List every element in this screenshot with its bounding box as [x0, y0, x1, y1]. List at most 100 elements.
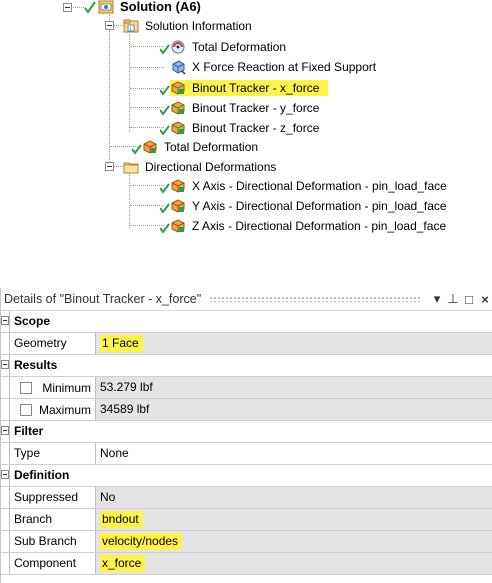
tree-node-binout-y-force[interactable]: Binout Tracker - y_force: [160, 98, 322, 117]
tree-connector: [130, 88, 164, 89]
property-value[interactable]: None: [96, 443, 492, 464]
category-row-filter[interactable]: Filter: [1, 421, 492, 443]
highlighted-value: bndout: [100, 511, 143, 528]
property-name: Maximum: [10, 399, 96, 420]
solution-icon: [98, 0, 114, 15]
property-row-component[interactable]: Component x_force: [1, 553, 492, 575]
deformation-result-icon: [142, 139, 158, 155]
tree-node-force-reaction[interactable]: X Force Reaction at Fixed Support: [160, 57, 379, 76]
dropdown-icon[interactable]: ▾: [429, 291, 445, 307]
property-row-minimum[interactable]: Minimum 53.279 lbf: [1, 377, 492, 399]
row-gutter: [1, 377, 10, 398]
collapse-toggle[interactable]: [1, 355, 10, 376]
solution-tree: Solution (A6) i Solution Information Tot…: [0, 0, 492, 270]
highlighted-value: x_force: [100, 555, 146, 572]
tree-label: Binout Tracker - x_force: [192, 80, 320, 95]
tree-node-directional-deformations[interactable]: Directional Deformations: [123, 157, 279, 176]
deformation-result-icon: [170, 198, 186, 214]
property-value[interactable]: x_force: [96, 553, 492, 574]
folder-icon: [123, 159, 139, 175]
maximize-icon[interactable]: □: [461, 292, 477, 307]
collapse-toggle[interactable]: [1, 421, 10, 442]
binout-tracker-icon: [170, 80, 186, 96]
parameter-checkbox[interactable]: [20, 403, 32, 416]
tree-node-total-deformation-info[interactable]: Total Deformation: [160, 37, 289, 56]
row-gutter: [1, 553, 10, 574]
close-icon[interactable]: ×: [477, 292, 492, 307]
minus-icon: [1, 470, 9, 479]
property-value[interactable]: bndout: [96, 509, 492, 530]
property-value[interactable]: No: [96, 487, 492, 508]
tree-connector: [129, 170, 130, 228]
property-name: Minimum: [10, 377, 96, 398]
property-name: Type: [10, 443, 96, 464]
tree-connector: [130, 205, 164, 206]
tree-connector: [129, 34, 130, 132]
category-row-definition[interactable]: Definition: [1, 465, 492, 487]
property-value[interactable]: 1 Face: [96, 333, 492, 354]
property-name: Geometry: [10, 333, 96, 354]
tree-connector: [130, 46, 164, 47]
tree-node-solution[interactable]: Solution (A6): [84, 0, 204, 16]
row-gutter: [1, 333, 10, 354]
category-label: Scope: [10, 311, 492, 332]
property-row-suppressed[interactable]: Suppressed No: [1, 487, 492, 509]
details-title: Details of "Binout Tracker - x_force": [4, 292, 202, 306]
green-check-icon: [160, 198, 170, 214]
property-value: 34589 lbf: [96, 399, 492, 420]
collapse-toggle[interactable]: [63, 3, 72, 12]
highlighted-value: 1 Face: [100, 335, 143, 352]
tree-node-binout-z-force[interactable]: Binout Tracker - z_force: [160, 118, 322, 137]
tree-node-binout-x-force[interactable]: Binout Tracker - x_force: [160, 78, 329, 97]
property-label: Maximum: [38, 402, 91, 417]
green-check-icon: [160, 39, 170, 55]
tree-label: X Force Reaction at Fixed Support: [192, 59, 377, 74]
property-row-maximum[interactable]: Maximum 34589 lbf: [1, 399, 492, 421]
tree-node-x-axis-deformation[interactable]: X Axis - Directional Deformation - pin_l…: [160, 176, 450, 195]
tree-label: Binout Tracker - y_force: [192, 100, 320, 115]
collapse-toggle[interactable]: [1, 311, 10, 332]
tree-label: Solution (A6): [120, 0, 201, 14]
tree-connector: [130, 185, 164, 186]
property-row-branch[interactable]: Branch bndout: [1, 509, 492, 531]
binout-tracker-icon: [170, 120, 186, 136]
collapse-toggle[interactable]: [105, 21, 114, 30]
minus-icon: [1, 360, 9, 369]
row-gutter: [1, 531, 10, 552]
tree-node-total-deformation[interactable]: Total Deformation: [132, 137, 261, 156]
drag-grip[interactable]: [209, 296, 421, 302]
tree-connector: [130, 225, 164, 226]
property-value[interactable]: velocity/nodes: [96, 531, 492, 552]
green-check-icon: [132, 139, 142, 155]
tree-label: X Axis - Directional Deformation - pin_l…: [192, 178, 447, 193]
green-check-icon: [160, 120, 170, 136]
tree-connector: [130, 67, 164, 68]
pin-icon[interactable]: ⊥: [445, 291, 461, 307]
green-check-icon: [160, 218, 170, 234]
property-row-geometry[interactable]: Geometry 1 Face: [1, 333, 492, 355]
tree-connector: [113, 166, 123, 167]
tree-node-z-axis-deformation[interactable]: Z Axis - Directional Deformation - pin_l…: [160, 216, 449, 235]
green-check-icon: [160, 80, 170, 96]
category-label: Results: [10, 355, 492, 376]
category-row-results[interactable]: Results: [1, 355, 492, 377]
tree-connector: [113, 25, 123, 26]
details-grid: Scope Geometry 1 Face Results Minimum 53…: [1, 311, 492, 575]
property-row-sub-branch[interactable]: Sub Branch velocity/nodes: [1, 531, 492, 553]
category-row-scope[interactable]: Scope: [1, 311, 492, 333]
tree-node-solution-information[interactable]: i Solution Information: [123, 16, 255, 35]
collapse-toggle[interactable]: [105, 162, 114, 171]
collapse-toggle[interactable]: [1, 465, 10, 486]
row-gutter: [1, 443, 10, 464]
tree-label: Total Deformation: [164, 139, 259, 154]
property-row-type[interactable]: Type None: [1, 443, 492, 465]
force-reaction-icon: [170, 59, 186, 75]
tree-label: Binout Tracker - z_force: [192, 120, 320, 135]
tree-connector: [130, 127, 164, 128]
tree-connector: [70, 7, 84, 8]
tree-node-y-axis-deformation[interactable]: Y Axis - Directional Deformation - pin_l…: [160, 196, 450, 215]
selection-highlight: Binout Tracker - x_force: [170, 79, 329, 96]
minus-icon: [1, 426, 9, 435]
green-check-icon: [160, 100, 170, 116]
parameter-checkbox[interactable]: [20, 381, 32, 394]
